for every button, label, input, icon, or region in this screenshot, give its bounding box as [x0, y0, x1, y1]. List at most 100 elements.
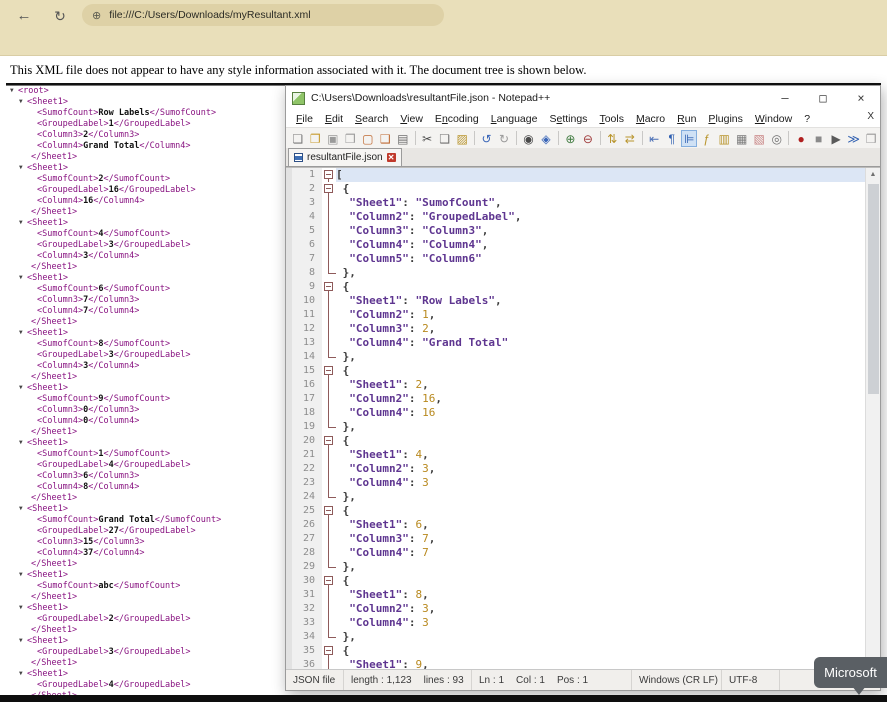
editor-line[interactable]: 23 "Column4": 3	[286, 476, 865, 490]
run-macro-multiple-icon[interactable]: ≫	[846, 130, 862, 147]
code-text[interactable]: {	[336, 434, 865, 448]
doc-map-icon[interactable]: ▥	[716, 130, 732, 147]
code-text[interactable]: {	[336, 504, 865, 518]
line-number[interactable]: 32	[292, 602, 322, 616]
collapse-arrow-icon[interactable]: ▼	[19, 327, 27, 338]
line-number[interactable]: 18	[292, 406, 322, 420]
show-all-chars-icon[interactable]: ¶	[664, 130, 680, 147]
find-icon[interactable]: ◉	[521, 130, 537, 147]
fold-margin[interactable]	[322, 168, 336, 182]
collapse-arrow-icon[interactable]: ▼	[19, 96, 27, 107]
line-number[interactable]: 16	[292, 378, 322, 392]
xml-tree-line[interactable]: <SumofCount>9</SumofCount>	[10, 394, 221, 405]
folder-as-workspace-icon[interactable]: ▧	[751, 130, 767, 147]
xml-tree-line[interactable]: <SumofCount>8</SumofCount>	[10, 339, 221, 350]
editor-line[interactable]: 6 "Column4": "Column4",	[286, 238, 865, 252]
code-text[interactable]: {	[336, 364, 865, 378]
fold-margin[interactable]	[322, 532, 336, 546]
open-file-icon[interactable]: ❐	[308, 130, 324, 147]
code-text[interactable]: {	[336, 280, 865, 294]
xml-tree-line[interactable]: ▼<Sheet1>	[10, 438, 221, 449]
redo-icon[interactable]: ↻	[496, 130, 512, 147]
editor-line[interactable]: 30 {	[286, 574, 865, 588]
editor-area[interactable]: 1[2 {3 "Sheet1": "SumofCount",4 "Column2…	[286, 167, 880, 669]
vertical-scrollbar[interactable]: ▲ ▼	[865, 168, 880, 669]
fold-collapse-icon[interactable]	[324, 282, 333, 291]
paste-icon[interactable]: ▨	[454, 130, 470, 147]
xml-tree-line[interactable]: <Column4>3</Column4>	[10, 251, 221, 262]
close-window-button[interactable]: ×	[842, 86, 880, 110]
xml-tree-line[interactable]: <SumofCount>2</SumofCount>	[10, 174, 221, 185]
fold-margin[interactable]	[322, 238, 336, 252]
xml-tree-line[interactable]: ▼<Sheet1>	[10, 603, 221, 614]
xml-tree-line[interactable]: <Column4>0</Column4>	[10, 416, 221, 427]
editor-line[interactable]: 27 "Column3": 7,	[286, 532, 865, 546]
xml-tree-line[interactable]: ▼<Sheet1>	[10, 328, 221, 339]
sync-horizontal-icon[interactable]: ⇄	[622, 130, 638, 147]
zoom-out-icon[interactable]: ⊖	[580, 130, 596, 147]
reload-button[interactable]: ↻	[48, 4, 72, 28]
copy-icon[interactable]: ❑	[437, 130, 453, 147]
xml-tree-line[interactable]: ▼<Sheet1>	[10, 504, 221, 515]
save-all-icon[interactable]: ❒	[343, 130, 359, 147]
xml-tree-line[interactable]: <SumofCount>1</SumofCount>	[10, 449, 221, 460]
editor-line[interactable]: 31 "Sheet1": 8,	[286, 588, 865, 602]
line-number[interactable]: 35	[292, 644, 322, 658]
line-number[interactable]: 15	[292, 364, 322, 378]
xml-tree-line[interactable]: <Column4>Grand Total</Column4>	[10, 141, 221, 152]
doc-list-icon[interactable]: ▦	[734, 130, 750, 147]
line-number[interactable]: 31	[292, 588, 322, 602]
fold-collapse-icon[interactable]	[324, 576, 333, 585]
collapse-arrow-icon[interactable]: ▼	[19, 217, 27, 228]
xml-tree-line[interactable]: <GroupedLabel>27</GroupedLabel>	[10, 526, 221, 537]
editor-line[interactable]: 17 "Column2": 16,	[286, 392, 865, 406]
code-text[interactable]: "Column5": "Column6"	[336, 252, 865, 266]
xml-tree-line[interactable]: <SumofCount>6</SumofCount>	[10, 284, 221, 295]
line-number[interactable]: 34	[292, 630, 322, 644]
find-replace-icon[interactable]: ◈	[538, 130, 554, 147]
code-text[interactable]: "Sheet1": 4,	[336, 448, 865, 462]
editor-line[interactable]: 13 "Column4": "Grand Total"	[286, 336, 865, 350]
xml-tree-line[interactable]: ▼<Sheet1>	[10, 97, 221, 108]
editor-line[interactable]: 9 {	[286, 280, 865, 294]
xml-tree-line[interactable]: ▼<Sheet1>	[10, 163, 221, 174]
menu-item-encoding[interactable]: Encoding	[429, 113, 485, 125]
collapse-arrow-icon[interactable]: ▼	[19, 569, 27, 580]
xml-tree-line[interactable]: <SumofCount>abc</SumofCount>	[10, 581, 221, 592]
editor-line[interactable]: 28 "Column4": 7	[286, 546, 865, 560]
code-text[interactable]: "Column2": 16,	[336, 392, 865, 406]
line-number[interactable]: 28	[292, 546, 322, 560]
fold-collapse-icon[interactable]	[324, 170, 333, 179]
xml-tree-line[interactable]: </Sheet1>	[10, 152, 221, 163]
code-text[interactable]: [	[336, 168, 865, 182]
close-all-icon[interactable]: ❑	[378, 130, 394, 147]
collapse-arrow-icon[interactable]: ▼	[19, 437, 27, 448]
xml-tree-line[interactable]: </Sheet1>	[10, 592, 221, 603]
fold-margin[interactable]	[322, 644, 336, 658]
line-number[interactable]: 14	[292, 350, 322, 364]
xml-tree-line[interactable]: <GroupedLabel>4</GroupedLabel>	[10, 680, 221, 691]
line-number[interactable]: 9	[292, 280, 322, 294]
xml-tree-line[interactable]: ▼<Sheet1>	[10, 570, 221, 581]
fold-margin[interactable]	[322, 602, 336, 616]
fold-margin[interactable]	[322, 350, 336, 364]
line-number[interactable]: 23	[292, 476, 322, 490]
xml-tree-line[interactable]: </Sheet1>	[10, 559, 221, 570]
line-number[interactable]: 22	[292, 462, 322, 476]
code-text[interactable]: "Column2": "GroupedLabel",	[336, 210, 865, 224]
editor-line[interactable]: 11 "Column2": 1,	[286, 308, 865, 322]
code-text[interactable]: "Sheet1": 2,	[336, 378, 865, 392]
fold-margin[interactable]	[322, 392, 336, 406]
back-button[interactable]: ←	[12, 4, 36, 28]
xml-tree-line[interactable]: </Sheet1>	[10, 658, 221, 669]
xml-tree-line[interactable]: <Column3>15</Column3>	[10, 537, 221, 548]
xml-tree-line[interactable]: </Sheet1>	[10, 493, 221, 504]
zoom-in-icon[interactable]: ⊕	[563, 130, 579, 147]
editor-line[interactable]: 20 {	[286, 434, 865, 448]
collapse-arrow-icon[interactable]: ▼	[10, 85, 18, 96]
code-text[interactable]: },	[336, 630, 865, 644]
editor-line[interactable]: 34 },	[286, 630, 865, 644]
editor-line[interactable]: 22 "Column2": 3,	[286, 462, 865, 476]
fold-margin[interactable]	[322, 448, 336, 462]
code-text[interactable]: "Sheet1": "SumofCount",	[336, 196, 865, 210]
